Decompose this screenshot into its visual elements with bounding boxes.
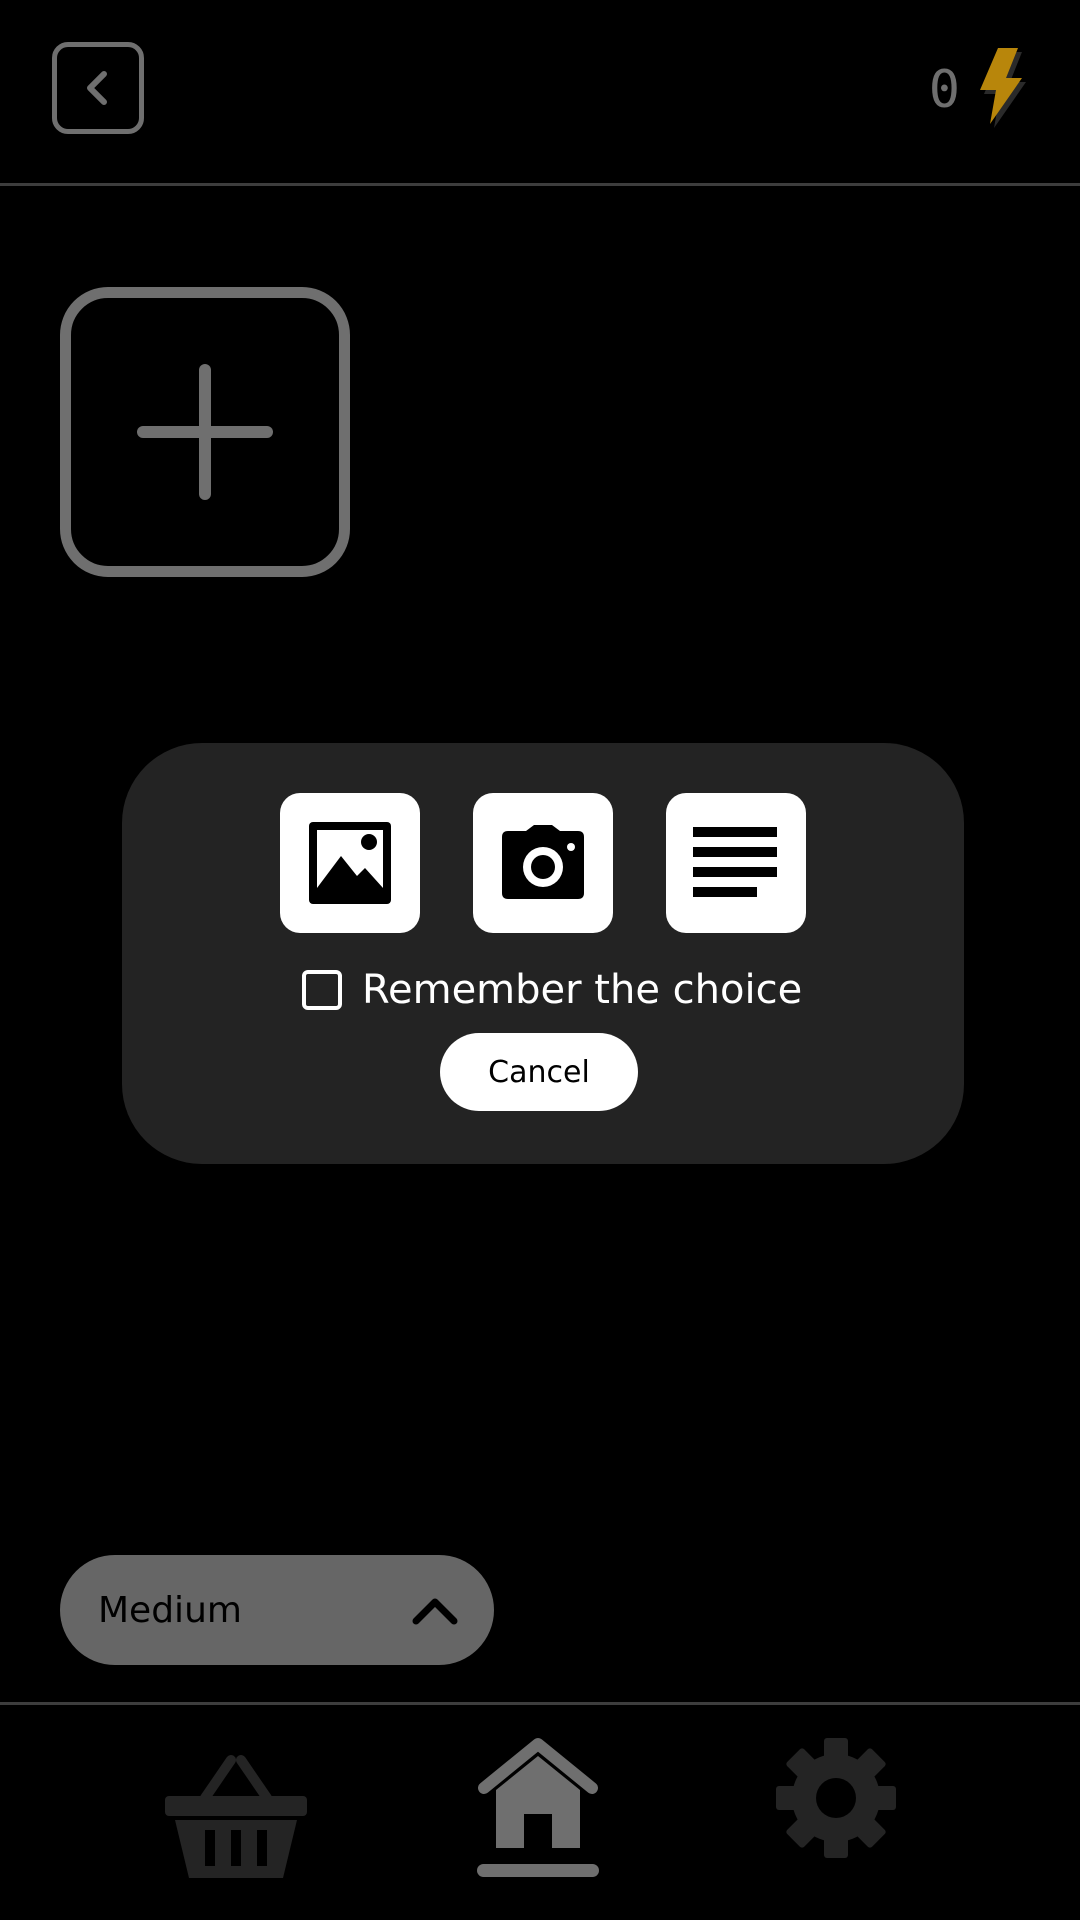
credit-count: 0 (928, 60, 960, 120)
gear-icon (776, 1738, 896, 1858)
cancel-button[interactable]: Cancel (440, 1033, 638, 1111)
nav-active-indicator (477, 1864, 599, 1877)
plus-icon (137, 364, 273, 500)
camera-icon (502, 825, 584, 899)
chevron-up-icon (412, 1598, 458, 1625)
remember-label: Remember the choice (362, 967, 803, 1013)
header-divider (0, 183, 1080, 186)
difficulty-value: Medium (98, 1589, 242, 1631)
nav-home-button[interactable] (478, 1738, 598, 1848)
home-icon (478, 1738, 598, 1848)
chevron-left-icon (87, 71, 107, 105)
text-option-button[interactable] (666, 793, 806, 933)
nav-divider (0, 1702, 1080, 1705)
text-lines-icon (693, 827, 777, 897)
nav-settings-button[interactable] (776, 1738, 896, 1858)
difficulty-select[interactable]: Medium (60, 1555, 494, 1665)
camera-option-button[interactable] (473, 793, 613, 933)
add-item-button[interactable] (60, 287, 350, 577)
nav-shop-button[interactable] (165, 1738, 307, 1878)
gallery-option-button[interactable] (280, 793, 420, 933)
image-icon (309, 822, 391, 904)
back-button[interactable] (52, 42, 144, 134)
source-picker-dialog: Remember the choice Cancel (122, 743, 964, 1164)
remember-checkbox[interactable] (302, 970, 342, 1010)
remember-choice-row[interactable]: Remember the choice (302, 965, 802, 1015)
basket-icon (165, 1755, 307, 1878)
lightning-bolt-icon (980, 48, 1026, 128)
